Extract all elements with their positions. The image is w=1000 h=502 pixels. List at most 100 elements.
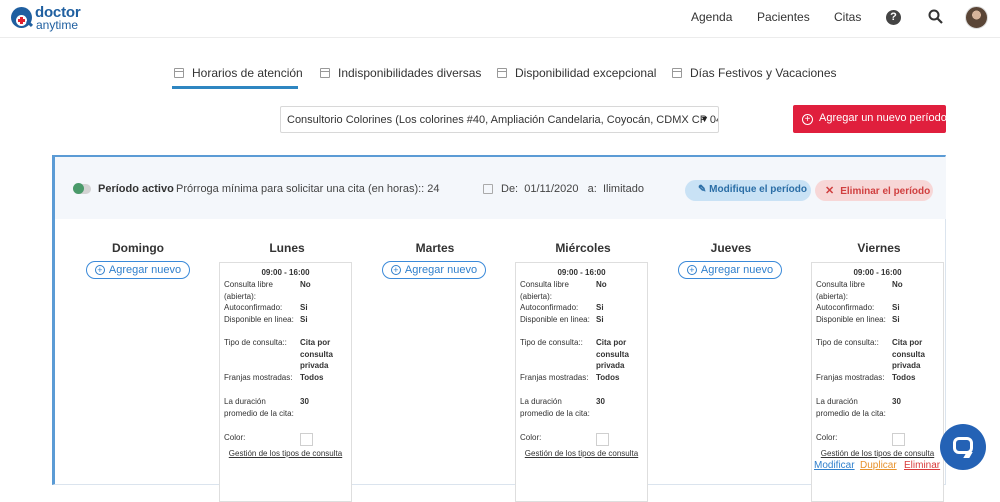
doctoranytime-logo[interactable]: doctor anytime [11,4,91,34]
calendar-icon [483,184,493,194]
edit-period-button[interactable]: ✎ Modifique el período [685,180,811,201]
location-select[interactable]: Consultorio Colorines (Los colorines #40… [280,106,719,133]
slot-franjas-label: Franjas mostradas: [816,373,885,382]
slot-duration-value: 30 [300,397,309,406]
date-to-label: a: [587,183,597,195]
period-active-toggle[interactable] [73,183,91,194]
date-to: Ilimitado [602,183,644,195]
slot-free-value: No [596,280,607,289]
day-title-lunes: Lunes [269,241,305,255]
time-slot-lunes[interactable]: 09:00 - 16:00 Consulta libre (abierta): … [219,262,352,502]
day-title-miercoles: Miércoles [555,241,611,255]
top-navbar: doctor anytime Agenda Pacientes Citas ? [0,0,1000,38]
tab-label: Días Festivos y Vacaciones [690,66,837,80]
period-header: Período activo Prórroga mínima para soli… [55,157,946,219]
nav-pacientes[interactable]: Pacientes [757,10,810,24]
edit-period-label: Modifique el período [709,184,807,195]
tab-disponibilidad-excepcional[interactable]: Disponibilidad excepcional [497,66,656,80]
slot-color-swatch [596,433,609,446]
slot-time: 09:00 - 16:00 [853,268,902,277]
slot-auto-label: Autoconfirmado: [224,303,283,312]
slot-free-label: Consulta libre (abierta): [816,280,865,301]
slot-type-value: Cita por consulta privada [892,338,925,370]
slot-auto-value: Si [892,303,900,312]
tab-festivos-vacaciones[interactable]: Días Festivos y Vacaciones [672,66,837,80]
pencil-icon: ✎ [698,184,707,195]
active-tab-indicator [172,86,298,89]
slot-online-value: Si [596,315,604,324]
plus-circle-icon: + [390,265,401,275]
chat-launcher-button[interactable] [940,424,986,470]
add-new-jueves-button[interactable]: + Agregar nuevo [678,261,782,279]
tab-horarios[interactable]: Horarios de atención [174,66,303,80]
help-icon[interactable]: ? [886,10,901,25]
calendar-icon [672,68,682,78]
slot-duration-value: 30 [596,397,605,406]
slot-franjas-value: Todos [892,373,916,382]
tab-label: Disponibilidad excepcional [515,66,657,80]
add-new-domingo-button[interactable]: + Agregar nuevo [86,261,190,279]
date-from: 01/11/2020 [524,183,579,195]
slot-free-value: No [892,280,903,289]
day-title-domingo: Domingo [112,241,164,255]
caret-down-icon: ▼ [700,114,709,124]
tab-label: Horarios de atención [192,66,303,80]
time-slot-miercoles[interactable]: 09:00 - 16:00 Consulta libre (abierta): … [515,262,648,502]
logo-magnifier-icon [11,7,32,28]
search-icon[interactable] [928,9,943,24]
plus-circle-icon: + [686,265,697,275]
slot-auto-label: Autoconfirmado: [520,303,579,312]
slot-online-label: Disponible en linea: [224,315,294,324]
duplicate-slot-link[interactable]: Duplicar [860,460,897,471]
calendar-minus-icon [320,68,330,78]
nav-citas[interactable]: Citas [834,10,861,24]
modify-slot-link[interactable]: Modificar [814,460,855,471]
slot-franjas-label: Franjas mostradas: [224,373,293,382]
period-status: Período activo [98,183,174,195]
user-avatar[interactable] [965,6,988,29]
delete-period-button[interactable]: ✕ Eliminar el período [815,180,933,201]
slot-color-label: Color: [816,433,838,442]
close-icon: ✕ [825,185,835,197]
slot-type-label: Tipo de consulta:: [520,338,583,347]
slot-time: 09:00 - 16:00 [557,268,606,277]
slot-online-label: Disponible en linea: [520,315,590,324]
period-extension: Prórroga mínima para solicitar una cita … [176,183,440,195]
delete-slot-link[interactable]: Eliminar [904,460,940,471]
slot-auto-label: Autoconfirmado: [816,303,875,312]
logo-text-anytime: anytime [36,18,79,32]
period-dates: De: 01/11/2020 a: Ilimitado [501,183,644,195]
manage-consult-types-link[interactable]: Gestión de los tipos de consulta [812,449,943,458]
manage-consult-types-link[interactable]: Gestión de los tipos de consulta [220,449,351,458]
day-title-martes: Martes [415,241,455,255]
slot-auto-value: Si [300,303,308,312]
manage-consult-types-link[interactable]: Gestión de los tipos de consulta [516,449,647,458]
period-card: Período activo Prórroga mínima para soli… [52,155,946,502]
chat-bubble-icon [953,437,973,454]
slot-duration-label: La duración promedio de la cita: [520,397,590,418]
location-select-value: Consultorio Colorines (Los colorines #40… [287,114,719,126]
add-period-button[interactable]: + Agregar un nuevo período [793,105,947,133]
slot-duration-value: 30 [892,397,901,406]
slot-type-value: Cita por consulta privada [300,338,333,370]
plus-circle-icon: + [802,114,813,125]
nav-agenda[interactable]: Agenda [691,10,732,24]
slot-duration-label: La duración promedio de la cita: [816,397,886,418]
calendar-check-icon [174,68,184,78]
plus-circle-icon: + [94,265,105,275]
slot-type-value: Cita por consulta privada [596,338,629,370]
add-period-label: Agregar un nuevo período [819,112,947,124]
slot-online-value: Si [892,315,900,324]
day-title-viernes: Viernes [857,241,901,255]
day-title-jueves: Jueves [710,241,752,255]
add-new-label: Agregar nuevo [404,264,478,276]
slot-time: 09:00 - 16:00 [261,268,310,277]
slot-free-label: Consulta libre (abierta): [224,280,273,301]
add-new-label: Agregar nuevo [700,264,774,276]
tab-indisponibilidades[interactable]: Indisponibilidades diversas [320,66,481,80]
slot-color-label: Color: [224,433,246,442]
add-new-martes-button[interactable]: + Agregar nuevo [382,261,486,279]
slot-color-swatch [892,433,905,446]
slot-type-label: Tipo de consulta:: [816,338,879,347]
date-from-label: De: [501,183,519,195]
